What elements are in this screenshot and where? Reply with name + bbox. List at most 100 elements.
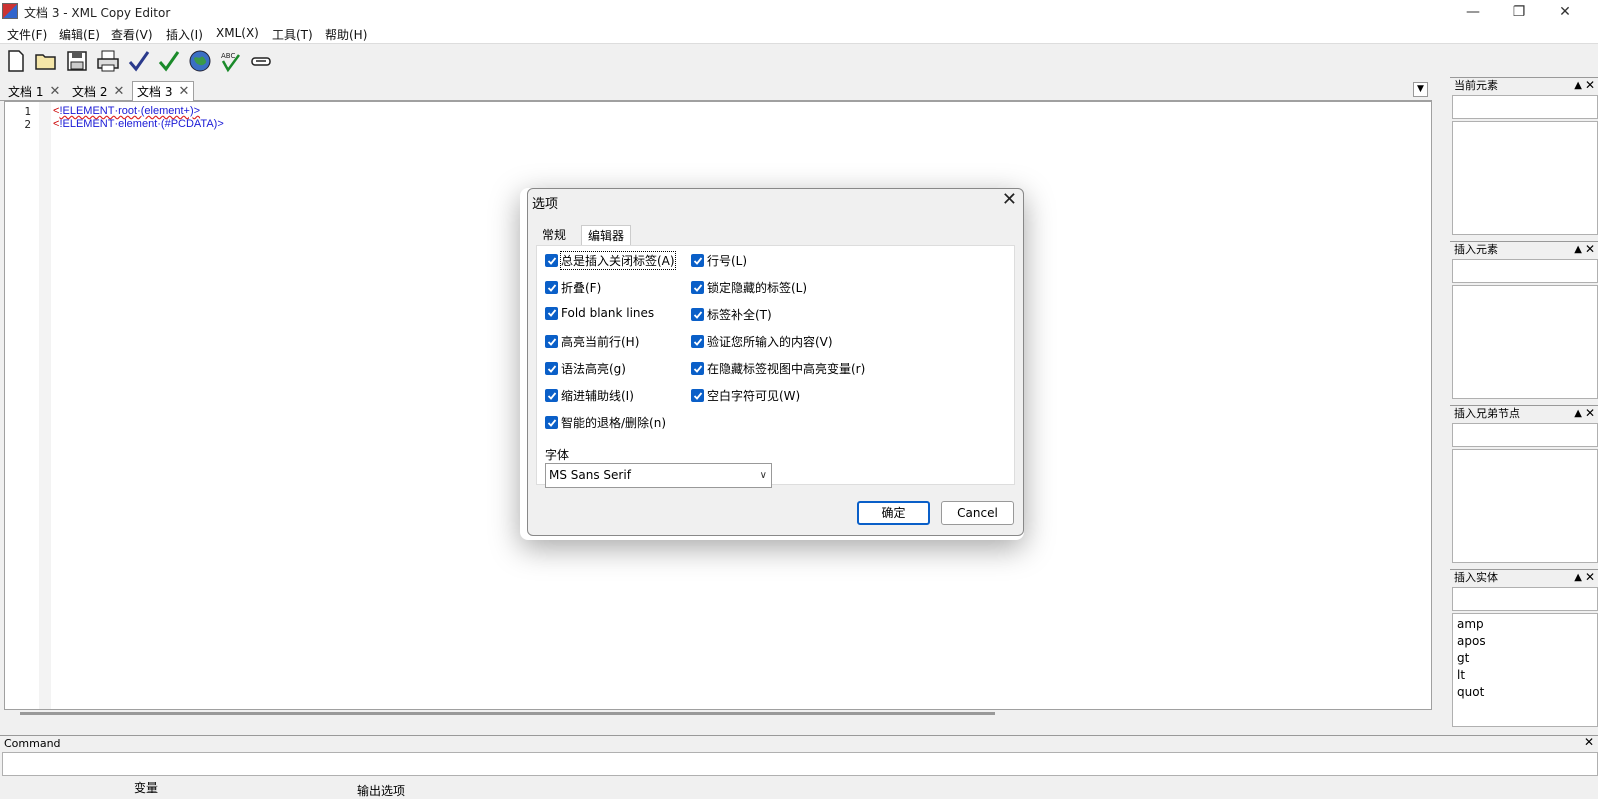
menu-file[interactable]: 文件(F) [7,26,47,43]
checkbox-checked-icon[interactable] [691,362,704,375]
new-file-icon[interactable] [3,48,29,74]
option-label: 标签补全(T) [707,308,772,322]
option-smart-backspace[interactable]: 智能的退格/删除(n) [545,414,666,431]
tab-editor[interactable]: 编辑器 [581,225,632,245]
pin-icon[interactable]: ▲ [1574,242,1582,257]
menu-insert[interactable]: 插入(I) [166,26,203,43]
current-element-panel: 当前元素 ▲ ✕ [1450,77,1598,237]
list-item[interactable]: quot [1453,684,1597,701]
tab-list-dropdown-icon[interactable]: ▼ [1413,82,1428,97]
insert-element-filter[interactable] [1452,259,1598,283]
option-validate-as-you-type[interactable]: 验证您所输入的内容(V) [691,333,833,350]
close-icon[interactable]: ✕ [1585,242,1595,257]
close-window-icon[interactable]: ✕ [1542,0,1588,24]
list-item[interactable]: gt [1453,650,1597,667]
open-folder-icon[interactable] [33,48,59,74]
checkbox-checked-icon[interactable] [545,306,558,320]
menu-xml[interactable]: XML(X) [216,26,259,40]
panel-header: 插入元素 ▲ ✕ [1450,241,1598,256]
list-item[interactable]: apos [1453,633,1597,650]
command-input[interactable] [2,752,1598,776]
checkbox-checked-icon[interactable] [545,281,558,294]
print-icon[interactable] [95,48,121,74]
pin-icon[interactable]: ▲ [1574,570,1582,585]
command-options-strip: 变量 输出选项 [0,777,1598,799]
option-label: 在隐藏标签视图中高亮变量(r) [707,362,866,376]
option-tag-completion[interactable]: 标签补全(T) [691,306,772,323]
list-item[interactable]: lt [1453,667,1597,684]
spellcheck-icon[interactable]: ABC [217,48,243,74]
validate-icon[interactable] [156,48,182,74]
option-whitespace-visible[interactable]: 空白字符可见(W) [691,387,800,404]
insert-entity-filter[interactable] [1452,587,1598,611]
tab-document-2[interactable]: 文档 2 ✕ [68,81,128,101]
checkbox-checked-icon[interactable] [691,254,704,267]
option-highlight-current-line[interactable]: 高亮当前行(H) [545,333,639,350]
option-fold[interactable]: 折叠(F) [545,279,601,296]
code-line: <!ELEMENT·element·(#PCDATA)> [53,118,224,130]
tab-document-1[interactable]: 文档 1 ✕ [4,81,64,101]
insert-entity-list: amp apos gt lt quot [1452,613,1598,727]
close-icon[interactable]: ✕ [1585,406,1595,421]
panel-title: 插入元素 [1454,243,1498,256]
current-element-list[interactable] [1452,121,1598,235]
checkbox-checked-icon[interactable] [545,416,558,429]
output-options-label: 输出选项 [357,784,406,798]
ok-button[interactable]: 确定 [857,501,930,525]
menu-edit[interactable]: 编辑(E) [59,26,100,43]
current-element-field[interactable] [1452,95,1598,119]
option-label: 智能的退格/删除(n) [561,416,667,430]
insert-element-list[interactable] [1452,285,1598,399]
menu-view[interactable]: 查看(V) [111,26,153,43]
cancel-button[interactable]: Cancel [941,501,1014,525]
checkbox-checked-icon[interactable] [691,389,704,402]
insert-sibling-filter[interactable] [1452,423,1598,447]
checkbox-checked-icon[interactable] [545,389,558,402]
close-tab-icon[interactable]: ✕ [113,84,124,99]
option-line-numbers[interactable]: 行号(L) [691,252,747,269]
minimize-icon[interactable]: — [1450,0,1496,24]
option-label: 空白字符可见(W) [707,389,801,403]
browser-globe-icon[interactable] [187,48,213,74]
option-label: Fold blank lines [561,306,655,320]
option-highlight-variables[interactable]: 在隐藏标签视图中高亮变量(r) [691,360,865,377]
fold-margin[interactable] [39,102,51,709]
line-number: 2 [24,118,31,131]
restore-icon[interactable]: ❐ [1496,0,1542,24]
checkbox-checked-icon[interactable] [691,281,704,294]
checkbox-checked-icon[interactable] [545,335,558,348]
tab-document-3[interactable]: 文档 3 ✕ [132,81,195,101]
hide-tags-icon[interactable] [248,48,274,74]
menu-tools[interactable]: 工具(T) [272,26,313,43]
checkbox-checked-icon[interactable] [545,362,558,375]
checkbox-checked-icon[interactable] [691,308,704,321]
close-tab-icon[interactable]: ✕ [49,84,60,99]
option-fold-blank-lines[interactable]: Fold blank lines [545,306,654,320]
close-icon[interactable]: ✕ [1585,570,1595,585]
font-select[interactable]: MS Sans Serif ∨ [545,463,772,488]
check-wellformed-icon[interactable] [126,48,152,74]
dialog-title: 选项 [532,197,559,212]
option-syntax-highlight[interactable]: 语法高亮(g) [545,360,626,377]
horizontal-scrollbar[interactable] [20,712,995,715]
checkbox-checked-icon[interactable] [545,254,558,267]
menu-help[interactable]: 帮助(H) [325,26,367,43]
option-lock-hidden-tags[interactable]: 锁定隐藏的标签(L) [691,279,807,296]
tab-general[interactable]: 常规 [536,225,572,245]
panel-header: 插入兄弟节点 ▲ ✕ [1450,405,1598,420]
checkbox-checked-icon[interactable] [691,335,704,348]
close-tab-icon[interactable]: ✕ [178,84,189,99]
list-item[interactable]: amp [1453,616,1597,633]
close-icon[interactable]: ✕ [1584,735,1594,749]
options-dialog: 选项 ✕ 常规 编辑器 总是插入关闭标签(A) 折叠(F) Fold blank… [527,188,1024,536]
option-indent-guides[interactable]: 缩进辅助线(I) [545,387,634,404]
insert-sibling-list[interactable] [1452,449,1598,563]
pin-icon[interactable]: ▲ [1574,406,1582,421]
option-label: 锁定隐藏的标签(L) [707,281,808,295]
close-icon[interactable]: ✕ [1002,189,1017,210]
save-icon[interactable] [64,48,90,74]
insert-entity-panel: 插入实体 ▲ ✕ amp apos gt lt quot [1450,569,1598,729]
pin-icon[interactable]: ▲ [1574,78,1582,93]
close-icon[interactable]: ✕ [1585,78,1595,93]
option-always-close-tag[interactable]: 总是插入关闭标签(A) [545,251,676,270]
